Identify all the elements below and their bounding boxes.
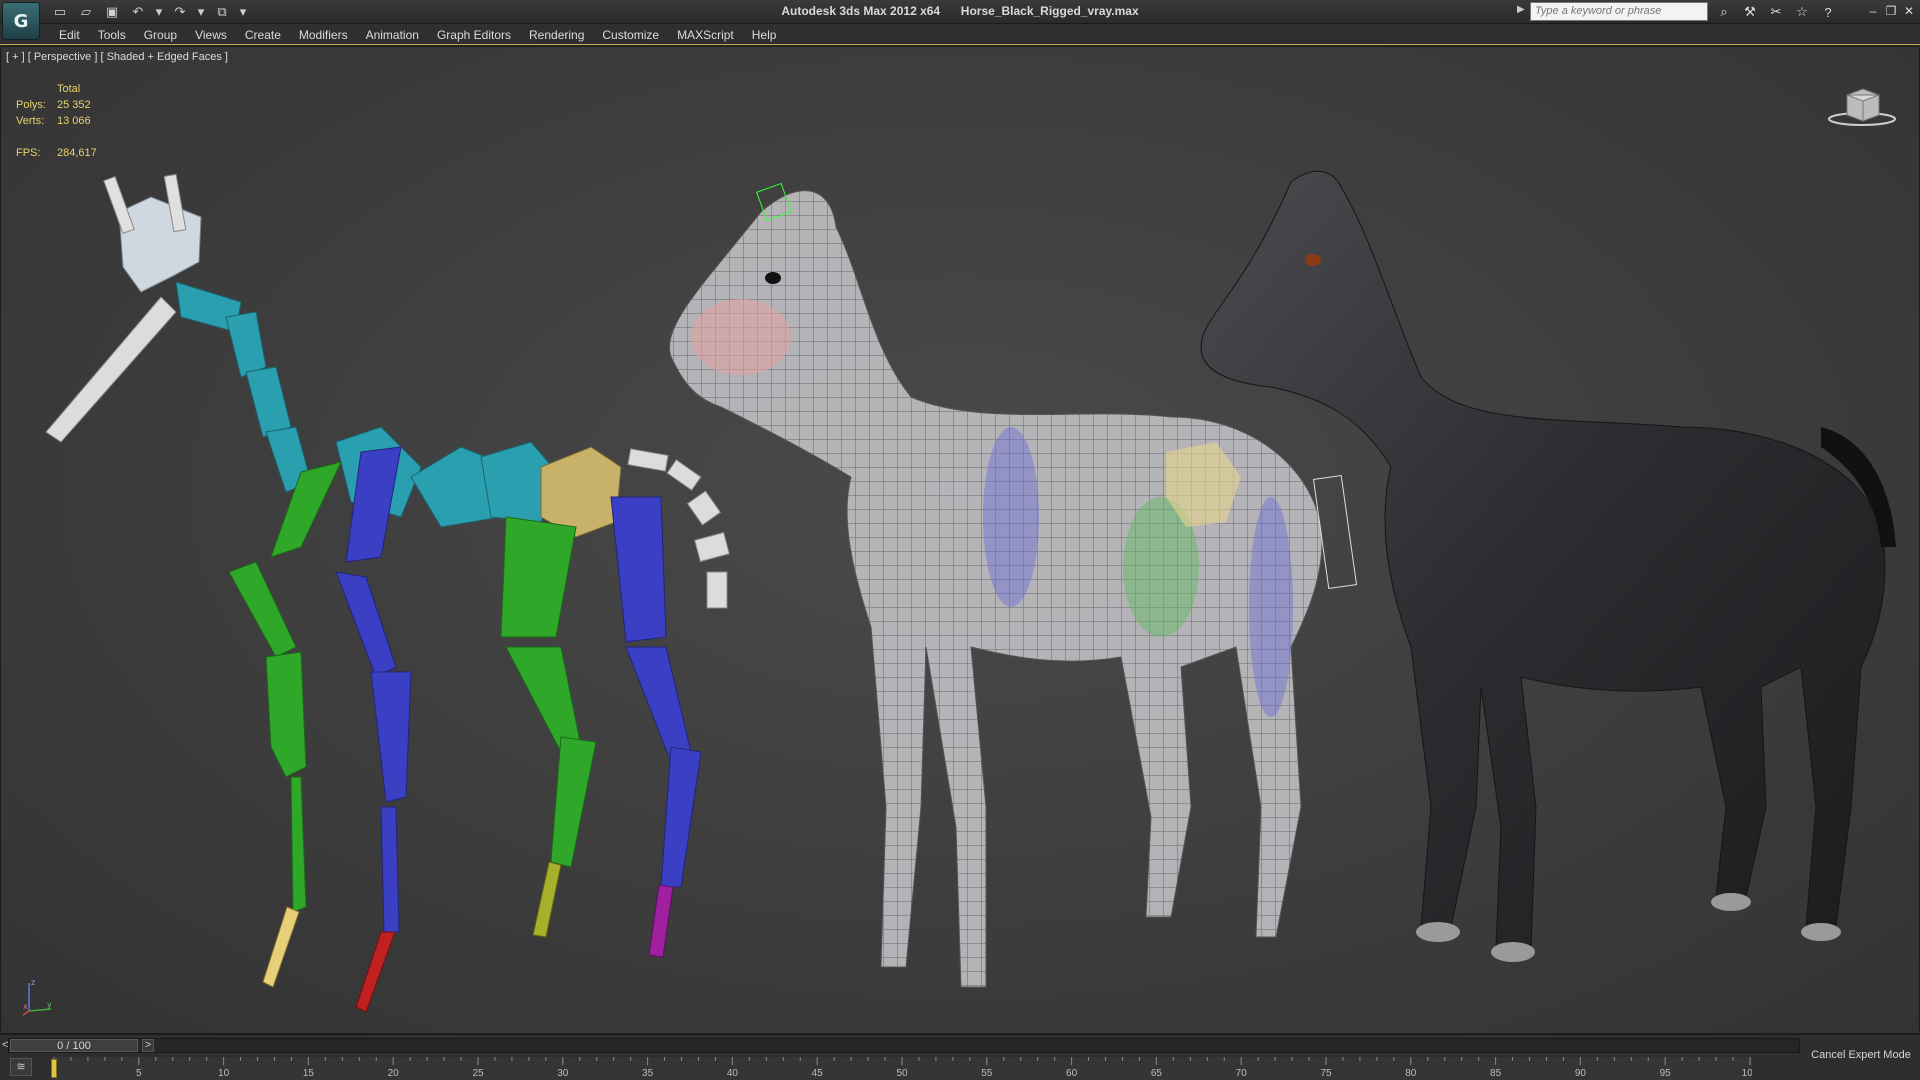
menu-maxscript[interactable]: MAXScript <box>668 27 743 43</box>
current-frame-marker[interactable] <box>51 1059 57 1078</box>
menu-customize[interactable]: Customize <box>593 27 668 43</box>
jaw-bone <box>45 296 177 443</box>
hind-hoof-magenta <box>648 884 674 958</box>
menu-tools[interactable]: Tools <box>89 27 135 43</box>
menu-bar: Edit Tools Group Views Create Modifiers Animat… <box>0 24 1920 45</box>
time-slider-thumb[interactable]: 0 / 100 <box>10 1039 138 1052</box>
app-name: Autodesk 3ds Max 2012 x64 <box>781 4 941 18</box>
track-tick-label: 70 <box>1236 1068 1248 1079</box>
verts-value: 13 066 <box>57 115 91 127</box>
viewport-label[interactable]: [ + ] [ Perspective ] [ Shaded + Edged F… <box>6 51 228 63</box>
viewcube-icon[interactable] <box>1827 85 1897 127</box>
communication-icon[interactable]: ✂ <box>1766 2 1786 22</box>
wire-nose-highlight <box>691 299 791 375</box>
menu-modifiers[interactable]: Modifiers <box>290 27 357 43</box>
title-bar: ▭ ▱ ▣ ↶ ▾ ↷ ▾ ⧉ ▾ Autodesk 3ds Max 2012 x64 Hors… <box>0 0 1920 24</box>
track-tick-label: 10 <box>218 1068 230 1079</box>
skull-bone <box>103 173 202 293</box>
binoculars-icon[interactable]: ⌕ <box>1714 2 1734 22</box>
track-tick-label: 15 <box>303 1068 315 1079</box>
axis-x-label: x <box>23 1002 28 1011</box>
application-button[interactable]: G <box>2 2 40 40</box>
track-tick-label: 85 <box>1490 1068 1502 1079</box>
track-tick-label: 75 <box>1320 1068 1332 1079</box>
front-hoof-red <box>355 931 396 1013</box>
verts-label: Verts: <box>16 115 45 127</box>
mini-curve-editor-icon[interactable]: ≋ <box>10 1058 32 1076</box>
track-tick-label: 25 <box>472 1068 484 1079</box>
horse-eye <box>1305 254 1321 266</box>
menu-help[interactable]: Help <box>743 27 786 43</box>
axis-tripod-icon: z y x <box>23 978 52 1016</box>
scene-render <box>45 170 1896 1013</box>
help-icon[interactable]: ? <box>1818 2 1838 22</box>
track-tick-label: 65 <box>1151 1068 1163 1079</box>
window-controls: – ❐ ✕ <box>1866 2 1916 20</box>
menu-items: Edit Tools Group Views Create Modifiers Animat… <box>50 27 785 43</box>
hind-hoof-olive <box>532 861 562 938</box>
track-tick-label: 95 <box>1660 1068 1672 1079</box>
favorites-icon[interactable]: ☆ <box>1792 2 1812 22</box>
menu-group[interactable]: Group <box>135 27 186 43</box>
track-tick-label: 90 <box>1575 1068 1587 1079</box>
track-bar[interactable]: 0510152025303540455055606570758085909510… <box>52 1057 1752 1080</box>
timeline-panel: < 0 / 100 > ≋ 05101520253035404550556065… <box>0 1034 1920 1080</box>
track-tick-label: 35 <box>642 1068 654 1079</box>
close-icon[interactable]: ✕ <box>1902 2 1916 20</box>
restore-icon[interactable]: ❐ <box>1884 2 1898 20</box>
polys-label: Polys: <box>16 99 46 111</box>
wire-bones-blue <box>983 427 1039 607</box>
viewport-statistics: Total Polys: 25 352 Verts: 13 066 FPS: 284,… <box>16 81 137 161</box>
track-tick-label: 5 <box>136 1068 142 1079</box>
track-tick-label: 60 <box>1066 1068 1078 1079</box>
axis-z-label: z <box>31 978 35 987</box>
cancel-expert-mode-button[interactable]: Cancel Expert Mode <box>1806 1049 1916 1061</box>
search-input[interactable]: Type a keyword or phrase <box>1530 2 1708 21</box>
time-slider-next-button[interactable]: > <box>142 1039 154 1052</box>
track-tick-label: 100 <box>1742 1068 1752 1079</box>
fps-value: 284,617 <box>57 147 97 159</box>
menu-animation[interactable]: Animation <box>357 27 428 43</box>
hind-leg-green <box>500 516 597 868</box>
stats-header: Total <box>57 83 81 95</box>
fps-label: FPS: <box>16 147 41 159</box>
menu-rendering[interactable]: Rendering <box>520 27 593 43</box>
horse-hooves <box>1416 893 1841 962</box>
front-hoof-yellow <box>262 906 300 988</box>
track-tick-label: 20 <box>388 1068 400 1079</box>
front-leg-blue <box>335 446 412 933</box>
track-tick-label: 80 <box>1405 1068 1417 1079</box>
menu-edit[interactable]: Edit <box>50 27 89 43</box>
wire-eye <box>765 272 781 284</box>
polys-value: 25 352 <box>57 99 91 111</box>
neck-bones <box>175 281 312 493</box>
infocenter-toolbar: ⌕ ⚒ ✂ ☆? <box>1714 2 1838 22</box>
minimize-icon[interactable]: – <box>1866 2 1880 20</box>
bone-skeleton <box>45 173 730 1013</box>
axis-y-label: y <box>47 1000 52 1009</box>
menu-create[interactable]: Create <box>236 27 290 43</box>
search-expand-icon[interactable]: ▶ <box>1517 4 1525 15</box>
time-slider-track[interactable] <box>8 1038 1800 1053</box>
perspective-viewport[interactable]: [ + ] [ Perspective ] [ Shaded + Edged F… <box>0 46 1920 1034</box>
hind-leg-blue <box>610 496 702 888</box>
file-name: Horse_Black_Rigged_vray.max <box>960 4 1139 18</box>
track-tick-label: 55 <box>981 1068 993 1079</box>
track-tick-label: 40 <box>727 1068 739 1079</box>
track-tick-label: 50 <box>896 1068 908 1079</box>
menu-graph-editors[interactable]: Graph Editors <box>428 27 520 43</box>
wire-hind-blue <box>1249 497 1293 717</box>
front-leg-green <box>228 461 342 913</box>
track-tick-label: 45 <box>812 1068 824 1079</box>
track-tick-label: 30 <box>557 1068 569 1079</box>
tools-icon[interactable]: ⚒ <box>1740 2 1760 22</box>
menu-views[interactable]: Views <box>186 27 236 43</box>
app-logo-icon: G <box>13 10 29 32</box>
